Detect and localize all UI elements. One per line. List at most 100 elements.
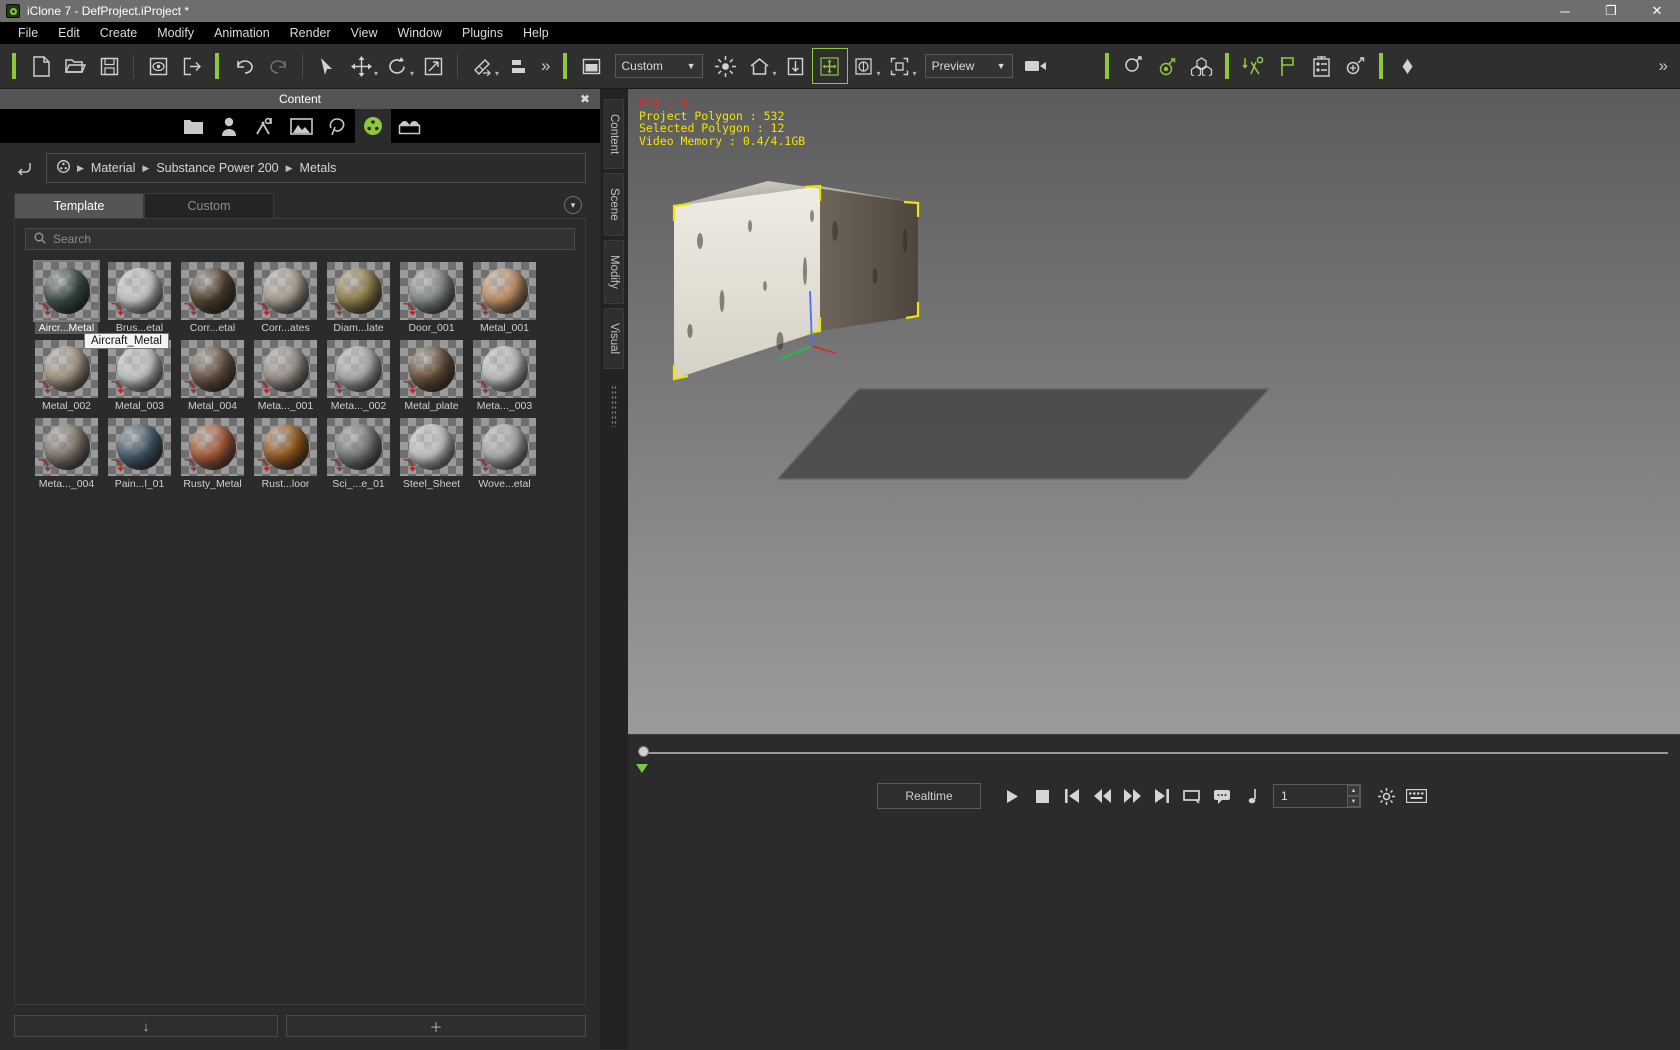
- video-camera-icon[interactable]: [1019, 49, 1053, 83]
- jump-end-icon[interactable]: [1147, 782, 1177, 810]
- menu-item-create[interactable]: Create: [90, 22, 148, 44]
- category-avatar-icon[interactable]: [211, 109, 247, 143]
- breadcrumb-item-metals[interactable]: Metals: [300, 161, 337, 175]
- move-icon[interactable]: [344, 49, 378, 83]
- timeline-slider[interactable]: [628, 734, 1680, 774]
- timeline-range-marker[interactable]: [636, 764, 648, 773]
- material-item[interactable]: ⤵ Meta..._002: [327, 340, 390, 412]
- material-item[interactable]: ⤵ Diam...late: [327, 262, 390, 334]
- minimize-button[interactable]: ─: [1542, 0, 1588, 22]
- layout-panel-icon[interactable]: [575, 49, 609, 83]
- toolbar-overflow-button[interactable]: »: [535, 56, 556, 76]
- material-item[interactable]: ⤵ Pain...l_01: [108, 418, 171, 490]
- close-button[interactable]: ✕: [1634, 0, 1680, 22]
- save-disk-icon[interactable]: [92, 49, 126, 83]
- back-arrow-icon[interactable]: [14, 157, 36, 179]
- chevron-down-icon[interactable]: ▾: [564, 196, 582, 214]
- toolbar-right-overflow-button[interactable]: »: [1653, 56, 1674, 76]
- loop-icon[interactable]: [1177, 782, 1207, 810]
- material-item[interactable]: ⤵ Corr...etal: [181, 262, 244, 334]
- material-thumbnail[interactable]: ⤵: [181, 340, 244, 398]
- panel-resize-grip[interactable]: [611, 384, 617, 427]
- tab-custom[interactable]: Custom: [144, 193, 274, 218]
- timeline-playhead[interactable]: [638, 746, 649, 757]
- rotate-icon[interactable]: [380, 49, 414, 83]
- menu-item-modify[interactable]: Modify: [147, 22, 204, 44]
- realtime-mode-button[interactable]: Realtime: [877, 783, 981, 809]
- material-thumbnail[interactable]: ⤵: [108, 418, 171, 476]
- menu-item-view[interactable]: View: [341, 22, 388, 44]
- home-view-icon[interactable]: [743, 49, 777, 83]
- timeline-track[interactable]: [640, 752, 1668, 754]
- light-icon[interactable]: [709, 49, 743, 83]
- new-document-icon[interactable]: [24, 49, 58, 83]
- jump-start-icon[interactable]: [1057, 782, 1087, 810]
- material-item[interactable]: ⤵ Meta..._003: [473, 340, 536, 412]
- material-thumbnail[interactable]: ⤵: [400, 262, 463, 320]
- layout-preset-select[interactable]: Custom ▼: [614, 54, 703, 78]
- dock-tab-modify[interactable]: Modify: [604, 239, 624, 304]
- material-thumbnail[interactable]: ⤵: [327, 340, 390, 398]
- step-forward-icon[interactable]: [1117, 782, 1147, 810]
- props-group-icon[interactable]: [1185, 49, 1219, 83]
- export-project-icon[interactable]: [175, 49, 209, 83]
- material-item[interactable]: ⤵ Meta..._004: [35, 418, 98, 490]
- open-folder-icon[interactable]: [58, 49, 92, 83]
- menu-item-plugins[interactable]: Plugins: [452, 22, 513, 44]
- material-thumbnail[interactable]: ⤵: [327, 418, 390, 476]
- preview-project-icon[interactable]: [141, 49, 175, 83]
- selected-cube-object[interactable]: [660, 181, 950, 411]
- menu-item-file[interactable]: File: [8, 22, 48, 44]
- material-item[interactable]: ⤵ Steel_Sheet: [400, 418, 463, 490]
- material-thumbnail[interactable]: ⤵: [473, 418, 536, 476]
- search-input[interactable]: Search: [25, 228, 575, 250]
- material-thumbnail[interactable]: ⤵: [400, 340, 463, 398]
- dock-tab-content[interactable]: Content: [604, 99, 624, 170]
- frame-spinner[interactable]: ▲ ▼: [1347, 785, 1360, 807]
- maximize-button[interactable]: ❐: [1588, 0, 1634, 22]
- frame-number-field[interactable]: 1 ▲ ▼: [1273, 784, 1361, 808]
- dock-tab-visual[interactable]: Visual: [604, 307, 624, 369]
- material-item[interactable]: ⤵ Metal_004: [181, 340, 244, 412]
- material-thumbnail[interactable]: ⤵: [254, 262, 317, 320]
- material-thumbnail[interactable]: ⤵: [33, 260, 100, 322]
- tab-template[interactable]: Template: [14, 193, 144, 218]
- redo-icon[interactable]: [261, 49, 295, 83]
- material-item[interactable]: ⤵ Corr...ates: [254, 262, 317, 334]
- material-thumbnail[interactable]: ⤵: [254, 340, 317, 398]
- category-package-icon[interactable]: [391, 109, 427, 143]
- material-item[interactable]: ⤵ Wove...etal: [473, 418, 536, 490]
- move-gizmo-icon[interactable]: [811, 48, 848, 84]
- material-item[interactable]: ⤵ Door_001: [400, 262, 463, 334]
- flag-icon[interactable]: [1271, 49, 1305, 83]
- preview-range-icon[interactable]: [1207, 782, 1237, 810]
- menu-item-edit[interactable]: Edit: [48, 22, 90, 44]
- menu-item-help[interactable]: Help: [513, 22, 559, 44]
- stop-icon[interactable]: [1027, 782, 1057, 810]
- import-motion-icon[interactable]: [1237, 49, 1271, 83]
- material-item[interactable]: ⤵ Brus...etal: [108, 262, 171, 334]
- material-item[interactable]: ⤵ Metal_003: [108, 340, 171, 412]
- audio-note-icon[interactable]: [1237, 782, 1267, 810]
- material-item[interactable]: ⤵ Sci_...e_01: [327, 418, 390, 490]
- select-arrow-icon[interactable]: [310, 49, 344, 83]
- material-thumbnail[interactable]: ⤵: [254, 418, 317, 476]
- material-item[interactable]: ⤵ Metal_002: [35, 340, 98, 412]
- menu-item-window[interactable]: Window: [388, 22, 452, 44]
- breadcrumb[interactable]: ▶ Material ▶ Substance Power 200 ▶ Metal…: [46, 153, 586, 183]
- ground-icon[interactable]: [779, 49, 813, 83]
- spring-icon[interactable]: [1339, 49, 1373, 83]
- align-icon[interactable]: [501, 49, 535, 83]
- close-circle-icon[interactable]: ✖: [580, 92, 590, 106]
- material-item[interactable]: ⤵ Meta..._001: [254, 340, 317, 412]
- frame-spinner-up[interactable]: ▲: [1347, 785, 1360, 796]
- breadcrumb-item-substance-power-200[interactable]: Substance Power 200: [156, 161, 278, 175]
- play-icon[interactable]: [997, 782, 1027, 810]
- viewport-3d[interactable]: FPS : 0. Project Polygon : 532 Selected …: [628, 89, 1680, 734]
- material-thumbnail[interactable]: ⤵: [35, 418, 98, 476]
- scale-icon[interactable]: [416, 49, 450, 83]
- category-motion-icon[interactable]: [247, 109, 283, 143]
- material-thumbnail[interactable]: ⤵: [400, 418, 463, 476]
- orbit-icon[interactable]: [847, 49, 881, 83]
- material-thumbnail[interactable]: ⤵: [473, 340, 536, 398]
